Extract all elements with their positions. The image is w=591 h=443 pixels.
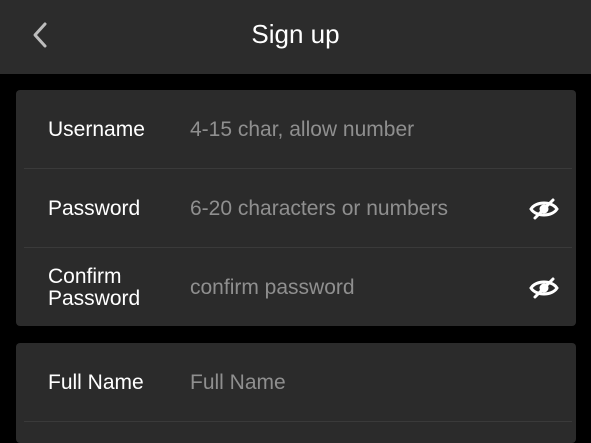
- full-name-input[interactable]: [190, 362, 568, 403]
- confirm-password-label-line2: Password: [48, 286, 141, 310]
- confirm-password-input[interactable]: [190, 267, 516, 308]
- page-title: Sign up: [251, 19, 340, 49]
- password-label: Password: [48, 196, 141, 220]
- eye-off-icon: [529, 277, 559, 298]
- full-name-row: Full Name: [16, 343, 576, 422]
- confirm-password-label: Confirm Password: [16, 264, 190, 310]
- password-row: Password: [16, 169, 576, 248]
- full-name-label: Full Name: [48, 370, 144, 394]
- confirm-password-row: Confirm Password: [16, 248, 576, 326]
- app-header: Sign up: [0, 0, 591, 74]
- password-visibility-toggle[interactable]: [524, 189, 564, 229]
- username-label: Username: [48, 117, 145, 141]
- username-input[interactable]: [190, 109, 568, 150]
- password-input[interactable]: [190, 188, 516, 229]
- eye-off-icon: [529, 198, 559, 219]
- personal-info-card: Full Name: [16, 343, 576, 443]
- username-row: Username: [16, 90, 576, 169]
- confirm-password-visibility-toggle[interactable]: [524, 268, 564, 308]
- credentials-card: Username Password Confirm Password: [16, 90, 576, 326]
- confirm-password-label-line1: Confirm: [48, 264, 122, 288]
